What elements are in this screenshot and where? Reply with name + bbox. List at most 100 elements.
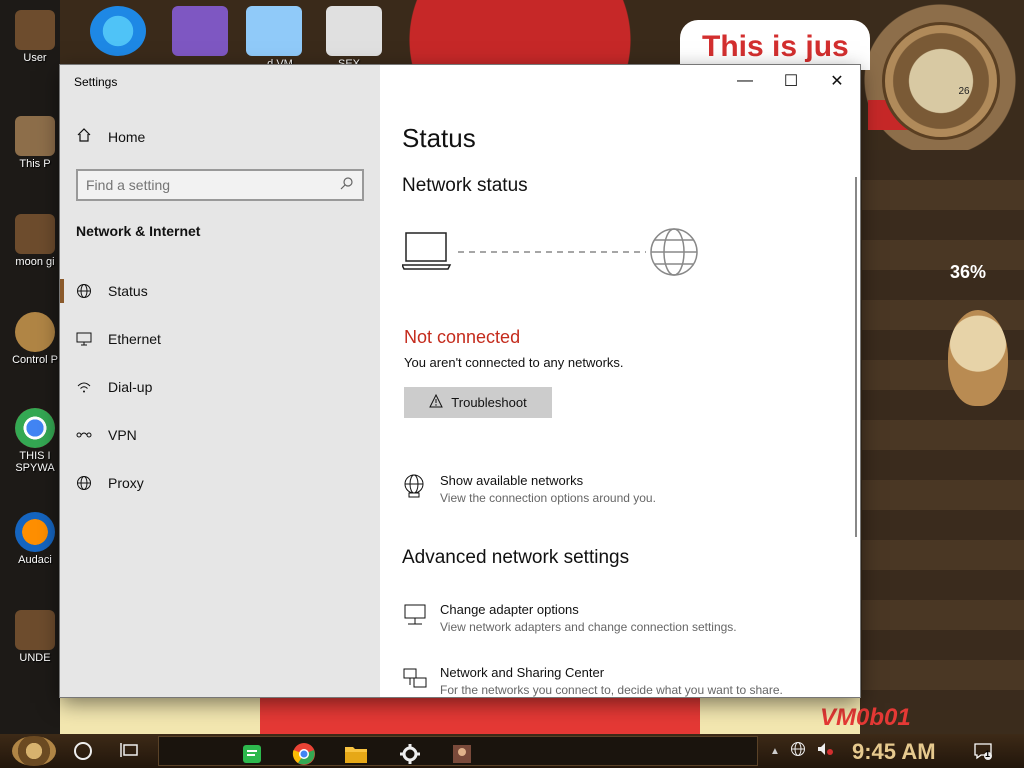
taskbar-clock[interactable]: 9:45 AM [852,739,936,765]
sharing-subtitle: For the networks you connect to, decide … [440,683,783,697]
notes-icon[interactable] [239,741,265,767]
chevron-up-icon[interactable]: ▲ [770,746,780,757]
advanced-settings-heading: Advanced network settings [402,547,630,568]
sharing-center-icon [402,665,428,691]
nav-item-label: VPN [108,427,137,443]
desktop-icon-label: UNDE [19,652,51,664]
task-view-icon[interactable] [120,742,140,760]
nav-item-label: Dial-up [108,379,153,395]
nav-item-status[interactable]: Status [60,267,380,315]
desktop-icon-chrome[interactable]: THIS I SPYWA [6,408,64,474]
window-title: Settings [74,75,118,89]
desktop-icon-label: THIS I [19,450,51,462]
warning-icon [429,393,444,411]
system-tray: ▲ [770,734,834,768]
desktop-icon-user[interactable]: User [6,10,64,64]
cortana-icon[interactable] [74,742,92,760]
dialup-icon [76,379,92,395]
volume-muted-icon[interactable] [816,741,834,762]
desktop-icon-label: Audaci [18,554,52,566]
desktop-decoration-band [60,698,860,734]
proxy-icon [76,475,92,491]
network-sharing-center-link[interactable]: Network and Sharing Center For the netwo… [402,665,783,697]
nav-item-label: Proxy [108,475,144,491]
desktop-corner-text: VM0b01 [820,704,911,731]
clock-widget-number: 26 [958,86,970,97]
nav-list: Status Ethernet Dial-up VPN Proxy [60,267,380,507]
desktop-icon-label: User [23,52,47,64]
ethernet-icon [76,331,92,347]
desktop-icon-moon[interactable]: moon gi [6,214,64,268]
show-networks-subtitle: View the connection options around you. [440,491,656,505]
settings-nav-pane: Settings Home Network & Internet Status [60,65,380,697]
hamster-icon [948,310,1008,406]
settings-icon[interactable] [397,741,423,767]
troubleshoot-label: Troubleshoot [451,395,527,410]
internet-globe-icon [650,228,698,276]
nav-item-vpn[interactable]: VPN [60,411,380,459]
nav-item-dial-up[interactable]: Dial-up [60,363,380,411]
change-adapter-options-link[interactable]: Change adapter options View network adap… [402,602,737,634]
laptop-icon [400,232,452,270]
troubleshoot-button[interactable]: Troubleshoot [404,387,552,418]
chrome-icon[interactable] [291,741,317,767]
network-tray-icon[interactable] [790,741,806,762]
taskbar-apps-area [158,736,758,766]
connection-status-description: You aren't connected to any networks. [404,355,624,370]
lightbulb-icon [15,312,55,352]
moon-icon [15,214,55,254]
page-title: Status [402,123,476,153]
vpn-icon [76,427,92,443]
settings-content: Status Network status Not connected You … [380,65,860,697]
app-icon[interactable] [449,741,475,767]
nav-item-label: Ethernet [108,331,161,347]
chrome-icon [15,408,55,448]
desktop-icon-audacity[interactable]: Audaci [6,512,64,566]
search-box[interactable] [76,169,364,201]
audacity-icon [15,512,55,552]
search-input[interactable] [86,177,326,193]
desktop-decoration [862,150,1024,710]
show-networks-title: Show available networks [440,473,584,488]
virtualbox-icon[interactable] [246,6,302,56]
search-icon[interactable] [340,176,354,195]
file-explorer-icon[interactable] [343,741,369,767]
content-scrollbar[interactable] [855,177,857,537]
adapter-subtitle: View network adapters and change connect… [440,620,737,634]
connection-status-text: Not connected [404,327,521,347]
nav-home-label: Home [108,128,146,145]
globe-icon [76,283,92,299]
desktop-clock-widget [882,22,1000,140]
desktop-banner: This is jus [680,20,870,70]
nav-item-proxy[interactable]: Proxy [60,459,380,507]
nav-item-ethernet[interactable]: Ethernet [60,315,380,363]
network-status-illustration [400,227,702,277]
desktop-icon-this-pc[interactable]: This P [6,116,64,170]
nav-home[interactable]: Home [76,127,145,146]
start-button[interactable] [12,736,56,766]
desktop-icon-label: SPYWA [15,462,55,474]
desktop-icon-label: Control P [12,354,58,366]
this-pc-icon [15,116,55,156]
user-folder-icon [15,10,55,50]
visual-studio-icon[interactable] [172,6,228,56]
settings-window: Settings Home Network & Internet Status [60,65,860,697]
nav-section-title: Network & Internet [76,223,201,239]
desktop-icon-unde[interactable]: UNDE [6,610,64,664]
network-status-heading: Network status [402,175,528,196]
desktop-icon-control-panel[interactable]: Control P [6,312,64,366]
adapter-icon [402,602,428,628]
taskbar: ▲ 9:45 AM 1 [0,734,1024,768]
show-available-networks-link[interactable]: Show available networks View the connect… [402,473,656,505]
notification-count: 1 [985,749,991,759]
hxd-icon[interactable] [326,6,382,56]
network-globe-icon [402,473,428,499]
gear-folder-icon [15,610,55,650]
desktop-icon-label: moon gi [15,256,55,268]
edge-icon[interactable] [90,6,146,56]
home-icon [76,127,92,146]
nav-item-label: Status [108,283,148,299]
desktop-percent-widget: 36% [950,262,987,282]
adapter-title: Change adapter options [440,602,579,617]
sharing-title: Network and Sharing Center [440,665,605,680]
